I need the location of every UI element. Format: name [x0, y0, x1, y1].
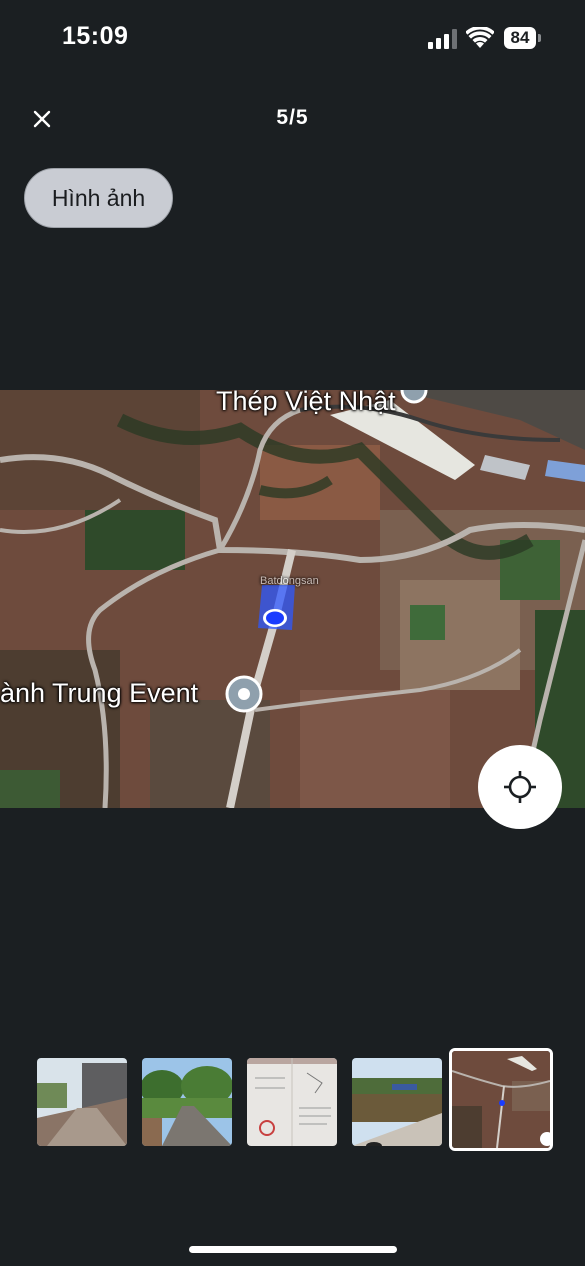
- map-watermark: Batdongsan: [260, 575, 319, 587]
- status-time: 15:09: [62, 22, 129, 50]
- map-label-thanh-trung-event: ành Trung Event: [0, 678, 199, 708]
- field-roadside-photo: [352, 1058, 442, 1146]
- battery-level: 84: [510, 28, 530, 47]
- crosshair-icon: [504, 771, 536, 803]
- category-chip-images[interactable]: Hình ảnh: [24, 168, 173, 228]
- thumbnail-strip: [0, 1048, 585, 1160]
- home-indicator[interactable]: [189, 1246, 397, 1253]
- map-label-thep-viet-nhat: Thép Việt Nhật: [216, 390, 396, 416]
- battery-indicator: 84: [504, 27, 542, 49]
- thumbnail-3[interactable]: [247, 1058, 337, 1146]
- image-gallery-screen: 15:09 84 5/5 Hình ảnh Thép Việt Nhật ành…: [0, 0, 585, 1266]
- locate-me-button[interactable]: [478, 745, 562, 829]
- cellular-signal-icon: [428, 29, 457, 49]
- tree-lined-road-photo: [142, 1058, 232, 1146]
- satellite-map-photo: [452, 1051, 550, 1148]
- status-bar: 15:09 84: [0, 0, 585, 80]
- road-with-house-photo: [37, 1058, 127, 1146]
- wifi-icon: [466, 27, 494, 48]
- land-document-photo: [247, 1058, 337, 1146]
- satellite-map-graphic: [0, 390, 585, 808]
- page-counter: 5/5: [276, 106, 309, 129]
- battery-body: 84: [504, 27, 536, 49]
- battery-tip: [538, 34, 541, 42]
- thumbnail-2[interactable]: [142, 1058, 232, 1146]
- thumbnail-1[interactable]: [37, 1058, 127, 1146]
- thumbnail-4[interactable]: [352, 1058, 442, 1146]
- thumbnail-5-selected[interactable]: [449, 1048, 553, 1151]
- satellite-map-image[interactable]: Thép Việt Nhật ành Trung Event Batdongsa…: [0, 390, 585, 808]
